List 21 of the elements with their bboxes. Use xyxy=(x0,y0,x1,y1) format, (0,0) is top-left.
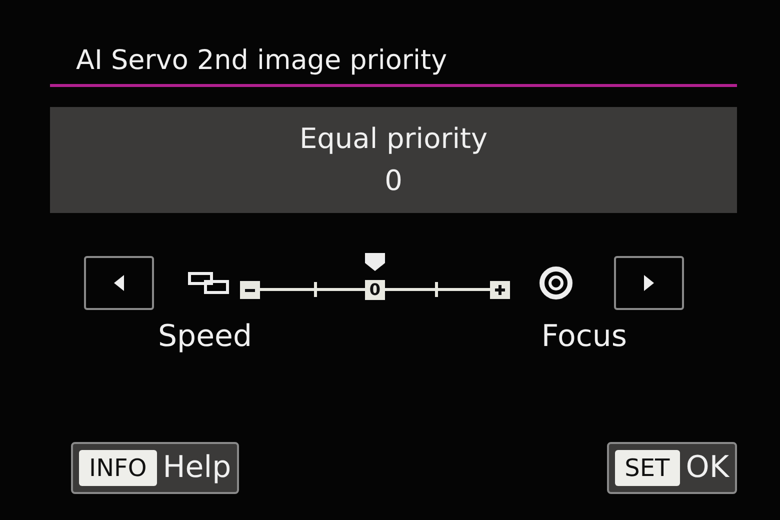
focus-label: Focus xyxy=(541,319,627,355)
left-arrow-button[interactable] xyxy=(84,256,154,310)
key-label: SET xyxy=(614,450,680,486)
overlapping-rectangles-icon xyxy=(188,272,230,294)
minus-icon xyxy=(245,288,255,292)
slider-pointer[interactable] xyxy=(365,253,385,271)
setting-value: 0 xyxy=(384,164,402,198)
setting-name: Equal priority xyxy=(299,122,488,156)
button-label: OK xyxy=(686,450,729,486)
help-button[interactable]: INFO Help xyxy=(71,442,240,494)
plus-icon xyxy=(495,285,505,295)
button-label: Help xyxy=(162,450,232,486)
right-arrow-button[interactable] xyxy=(614,256,684,310)
key-label: INFO xyxy=(79,450,157,486)
menu-title: AI Servo 2nd image priority xyxy=(50,44,737,87)
priority-slider[interactable]: 0 xyxy=(240,253,510,313)
right-triangle-icon xyxy=(644,275,654,291)
ok-button[interactable]: SET OK xyxy=(606,442,737,494)
left-triangle-icon xyxy=(114,275,124,291)
speed-label: Speed xyxy=(158,319,252,355)
center-mark: 0 xyxy=(365,280,385,300)
